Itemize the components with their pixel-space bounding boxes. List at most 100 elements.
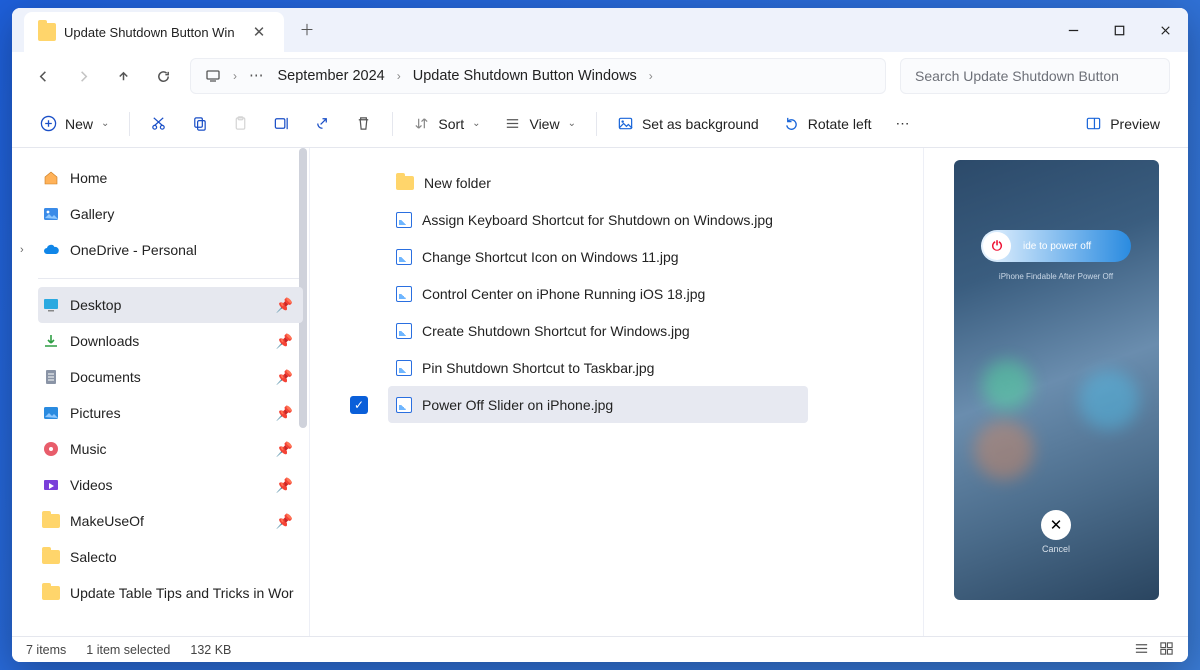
search-input[interactable]: Search Update Shutdown Button	[900, 58, 1170, 94]
new-button[interactable]: New ⌄	[30, 109, 119, 138]
sidebar-item-downloads[interactable]: Downloads 📌	[38, 323, 303, 359]
preview-icon	[1085, 115, 1102, 132]
sidebar-item-salecto[interactable]: Salecto	[38, 539, 303, 575]
preview-pane-button[interactable]: Preview	[1075, 109, 1170, 138]
folder-icon	[42, 584, 60, 602]
preview-image: ⏻ ide to power off iPhone Findable After…	[954, 160, 1159, 600]
status-size: 132 KB	[190, 643, 231, 657]
pin-icon[interactable]: 📌	[276, 405, 293, 422]
image-file-icon	[396, 323, 412, 339]
cloud-icon	[42, 241, 60, 259]
tab-active[interactable]: Update Shutdown Button Win ✕	[24, 12, 284, 52]
pin-icon[interactable]: 📌	[276, 441, 293, 458]
forward-button[interactable]	[70, 63, 96, 89]
divider	[38, 278, 303, 279]
file-item[interactable]: Assign Keyboard Shortcut for Shutdown on…	[388, 201, 808, 238]
breadcrumb-seg[interactable]: Update Shutdown Button Windows	[413, 68, 637, 84]
sidebar-label: Home	[70, 170, 107, 186]
findable-text: iPhone Findable After Power Off	[954, 272, 1159, 281]
checkbox-checked-icon[interactable]: ✓	[350, 396, 368, 414]
new-label: New	[65, 116, 93, 132]
body: Home Gallery › OneDrive - Personal Deskt…	[12, 148, 1188, 636]
rotate-left-button[interactable]: Rotate left	[773, 109, 882, 138]
view-button[interactable]: View ⌄	[494, 109, 585, 138]
nav-row: › ⋯ September 2024 › Update Shutdown But…	[12, 52, 1188, 100]
pin-icon[interactable]: 📌	[276, 369, 293, 386]
new-tab-button[interactable]: ＋	[296, 18, 318, 40]
cancel-area: ✕ Cancel	[1041, 510, 1071, 554]
picture-icon	[617, 115, 634, 132]
file-item[interactable]: Change Shortcut Icon on Windows 11.jpg	[388, 238, 808, 275]
sidebar-item-videos[interactable]: Videos 📌	[38, 467, 303, 503]
status-item-count: 7 items	[26, 643, 66, 657]
sidebar-item-home[interactable]: Home	[38, 160, 303, 196]
chevron-right-icon: ›	[397, 69, 401, 83]
folder-icon	[42, 548, 60, 566]
up-button[interactable]	[110, 63, 136, 89]
sidebar-item-gallery[interactable]: Gallery	[38, 196, 303, 232]
rename-button[interactable]	[263, 109, 300, 138]
sidebar-item-documents[interactable]: Documents 📌	[38, 359, 303, 395]
more-button[interactable]: ⋯	[886, 109, 922, 138]
pin-icon[interactable]: 📌	[276, 333, 293, 350]
pin-icon[interactable]: 📌	[276, 513, 293, 530]
image-file-icon	[396, 360, 412, 376]
cut-button[interactable]	[140, 109, 177, 138]
back-button[interactable]	[30, 63, 56, 89]
sidebar-item-tips[interactable]: Update Table Tips and Tricks in Wor	[38, 575, 303, 611]
file-name: Assign Keyboard Shortcut for Shutdown on…	[422, 212, 773, 228]
copy-icon	[191, 115, 208, 132]
window-controls	[1050, 8, 1188, 52]
details-view-icon[interactable]	[1134, 641, 1149, 659]
set-background-label: Set as background	[642, 116, 759, 132]
sidebar-item-music[interactable]: Music 📌	[38, 431, 303, 467]
sidebar-label: Pictures	[70, 405, 121, 421]
monitor-icon	[205, 68, 221, 84]
file-item-selected[interactable]: ✓ Power Off Slider on iPhone.jpg	[388, 386, 808, 423]
set-background-button[interactable]: Set as background	[607, 109, 769, 138]
copy-button[interactable]	[181, 109, 218, 138]
address-bar[interactable]: › ⋯ September 2024 › Update Shutdown But…	[190, 58, 886, 94]
pin-icon[interactable]: 📌	[276, 477, 293, 494]
folder-icon	[396, 176, 414, 190]
close-window-button[interactable]	[1142, 8, 1188, 52]
sort-icon	[413, 115, 430, 132]
search-placeholder: Search Update Shutdown Button	[915, 68, 1119, 84]
status-bar: 7 items 1 item selected 132 KB	[12, 636, 1188, 662]
chevron-right-icon[interactable]: ›	[20, 244, 24, 256]
sort-button[interactable]: Sort ⌄	[403, 109, 490, 138]
sidebar-item-pictures[interactable]: Pictures 📌	[38, 395, 303, 431]
file-pane[interactable]: New folder Assign Keyboard Shortcut for …	[310, 148, 923, 636]
breadcrumb-overflow[interactable]: ⋯	[249, 68, 266, 84]
delete-button[interactable]	[345, 109, 382, 138]
scissors-icon	[150, 115, 167, 132]
file-item-folder[interactable]: New folder	[388, 164, 808, 201]
power-off-slider: ⏻ ide to power off	[981, 230, 1131, 262]
sidebar-item-makeuseof[interactable]: MakeUseOf 📌	[38, 503, 303, 539]
close-tab-icon[interactable]: ✕	[248, 21, 270, 43]
toolbar: New ⌄ Sort ⌄ View ⌄ Set as background Ro…	[12, 100, 1188, 148]
sort-label: Sort	[438, 116, 464, 132]
sidebar-item-onedrive[interactable]: › OneDrive - Personal	[38, 232, 303, 268]
maximize-button[interactable]	[1096, 8, 1142, 52]
sidebar-label: Gallery	[70, 206, 114, 222]
paste-button[interactable]	[222, 109, 259, 138]
rotate-left-label: Rotate left	[808, 116, 872, 132]
breadcrumb-seg[interactable]: September 2024	[278, 68, 385, 84]
refresh-button[interactable]	[150, 63, 176, 89]
file-item[interactable]: Pin Shutdown Shortcut to Taskbar.jpg	[388, 349, 808, 386]
thumbnails-view-icon[interactable]	[1159, 641, 1174, 659]
file-item[interactable]: Control Center on iPhone Running iOS 18.…	[388, 275, 808, 312]
minimize-button[interactable]	[1050, 8, 1096, 52]
status-selected: 1 item selected	[86, 643, 170, 657]
sidebar-label: Downloads	[70, 333, 139, 349]
sidebar-label: Videos	[70, 477, 113, 493]
view-label: View	[529, 116, 559, 132]
home-icon	[42, 169, 60, 187]
file-item[interactable]: Create Shutdown Shortcut for Windows.jpg	[388, 312, 808, 349]
sidebar-label: MakeUseOf	[70, 513, 144, 529]
share-button[interactable]	[304, 109, 341, 138]
document-icon	[42, 368, 60, 386]
sidebar-item-desktop[interactable]: Desktop 📌	[38, 287, 303, 323]
pin-icon[interactable]: 📌	[276, 297, 293, 314]
